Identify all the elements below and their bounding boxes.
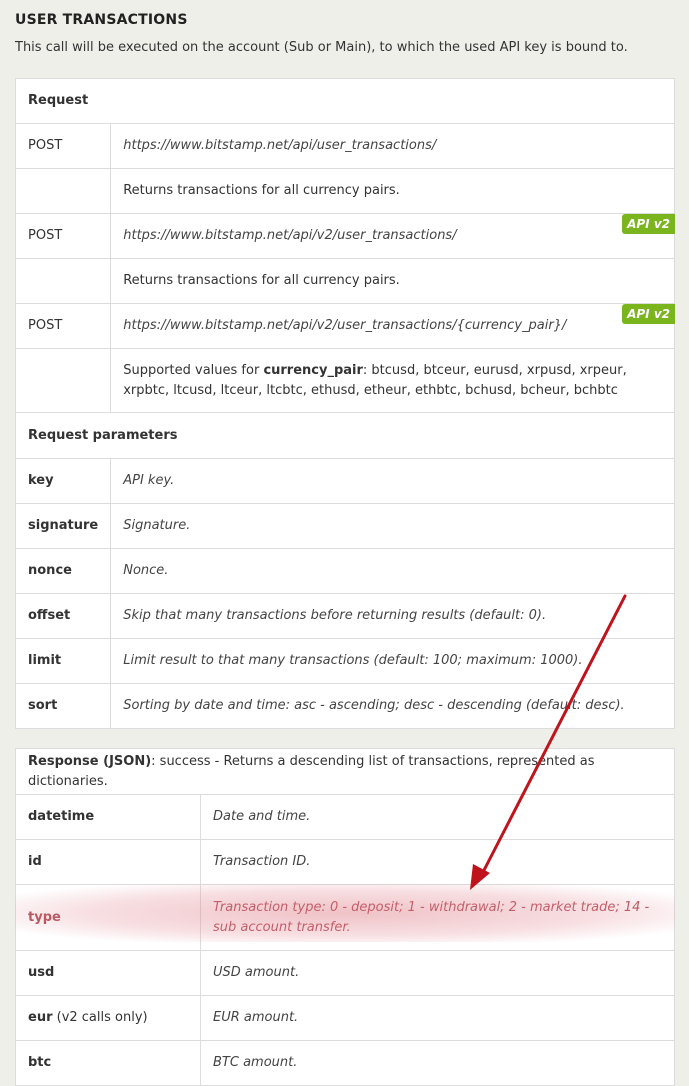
endpoint-description: Returns transactions for all currency pa… [110,258,675,304]
field-name: datetime [15,794,201,840]
field-name: id [15,839,201,885]
field-note: (v2 calls only) [52,1010,148,1025]
field-name-cell: eur (v2 calls only) [15,995,201,1041]
method-cell [14,258,112,304]
table-row: btc BTC amount. [15,1040,675,1086]
field-desc: EUR amount. [200,995,675,1041]
method-cell [14,168,112,214]
supported-prefix: Supported values for [123,362,264,378]
field-desc: BTC amount. [200,1040,675,1086]
field-name: btc [15,1040,201,1086]
method-cell [14,348,112,413]
param-desc: Limit result to that many transactions (… [110,638,675,684]
field-name: usd [15,950,201,996]
param-desc: API key. [110,458,675,504]
table-row: datetime Date and time. [15,794,675,840]
method-cell: POST [14,123,112,169]
param-name: key [14,458,112,504]
table-row: eur (v2 calls only) EUR amount. [15,995,675,1041]
endpoint-description: Returns transactions for all currency pa… [110,168,675,214]
endpoint-url[interactable]: https://www.bitstamp.net/api/v2/user_tra… [123,318,566,333]
table-row: POST https://www.bitstamp.net/api/user_t… [14,123,675,169]
endpoint-url[interactable]: https://www.bitstamp.net/api/user_transa… [110,123,675,169]
table-row: id Transaction ID. [15,839,675,885]
field-desc: Transaction ID. [200,839,675,885]
field-desc: Date and time. [200,794,675,840]
params-header: Request parameters [15,412,675,459]
param-name: limit [14,638,112,684]
param-name: offset [14,593,112,639]
param-name: sort [14,683,112,729]
param-desc: Signature. [110,503,675,549]
api-v2-badge: API v2 [622,214,675,234]
request-table: Request POST https://www.bitstamp.net/ap… [14,78,675,729]
method-cell: POST [14,213,112,259]
param-desc: Nonce. [110,548,675,594]
table-row: Returns transactions for all currency pa… [14,168,675,214]
table-row-highlighted: type Transaction type: 0 - deposit; 1 - … [15,884,675,951]
field-name: eur [28,1010,53,1025]
response-header: Response (JSON): success - Returns a des… [15,748,675,795]
table-row: nonce Nonce. [14,548,675,594]
table-row: offset Skip that many transactions befor… [14,593,675,639]
endpoint-url[interactable]: https://www.bitstamp.net/api/v2/user_tra… [123,228,456,243]
table-row: POST https://www.bitstamp.net/api/v2/use… [14,303,675,349]
supported-values: Supported values for currency_pair: btcu… [110,348,675,413]
table-row: sort Sorting by date and time: asc - asc… [14,683,675,729]
table-row: POST https://www.bitstamp.net/api/v2/use… [14,213,675,259]
page-title: USER TRANSACTIONS [15,12,188,28]
param-name: nonce [14,548,112,594]
table-row: signature Signature. [14,503,675,549]
param-name: signature [14,503,112,549]
table-row: Supported values for currency_pair: btcu… [14,348,675,413]
supported-key: currency_pair [263,362,363,378]
method-cell: POST [14,303,112,349]
endpoint-url-cell: https://www.bitstamp.net/api/v2/user_tra… [110,213,675,259]
field-name: type [15,884,201,951]
table-row: key API key. [14,458,675,504]
intro-text: This call will be executed on the accoun… [15,40,628,55]
response-table: Response (JSON): success - Returns a des… [15,748,675,1086]
param-desc: Sorting by date and time: asc - ascendin… [110,683,675,729]
endpoint-url-cell: https://www.bitstamp.net/api/v2/user_tra… [110,303,675,349]
table-row: usd USD amount. [15,950,675,996]
param-desc: Skip that many transactions before retur… [110,593,675,639]
field-desc: Transaction type: 0 - deposit; 1 - withd… [200,884,675,951]
api-v2-badge: API v2 [622,304,675,324]
field-desc: USD amount. [200,950,675,996]
request-header: Request [15,78,675,124]
table-row: limit Limit result to that many transact… [14,638,675,684]
table-row: Returns transactions for all currency pa… [14,258,675,304]
response-header-label: Response (JSON) [28,753,152,769]
